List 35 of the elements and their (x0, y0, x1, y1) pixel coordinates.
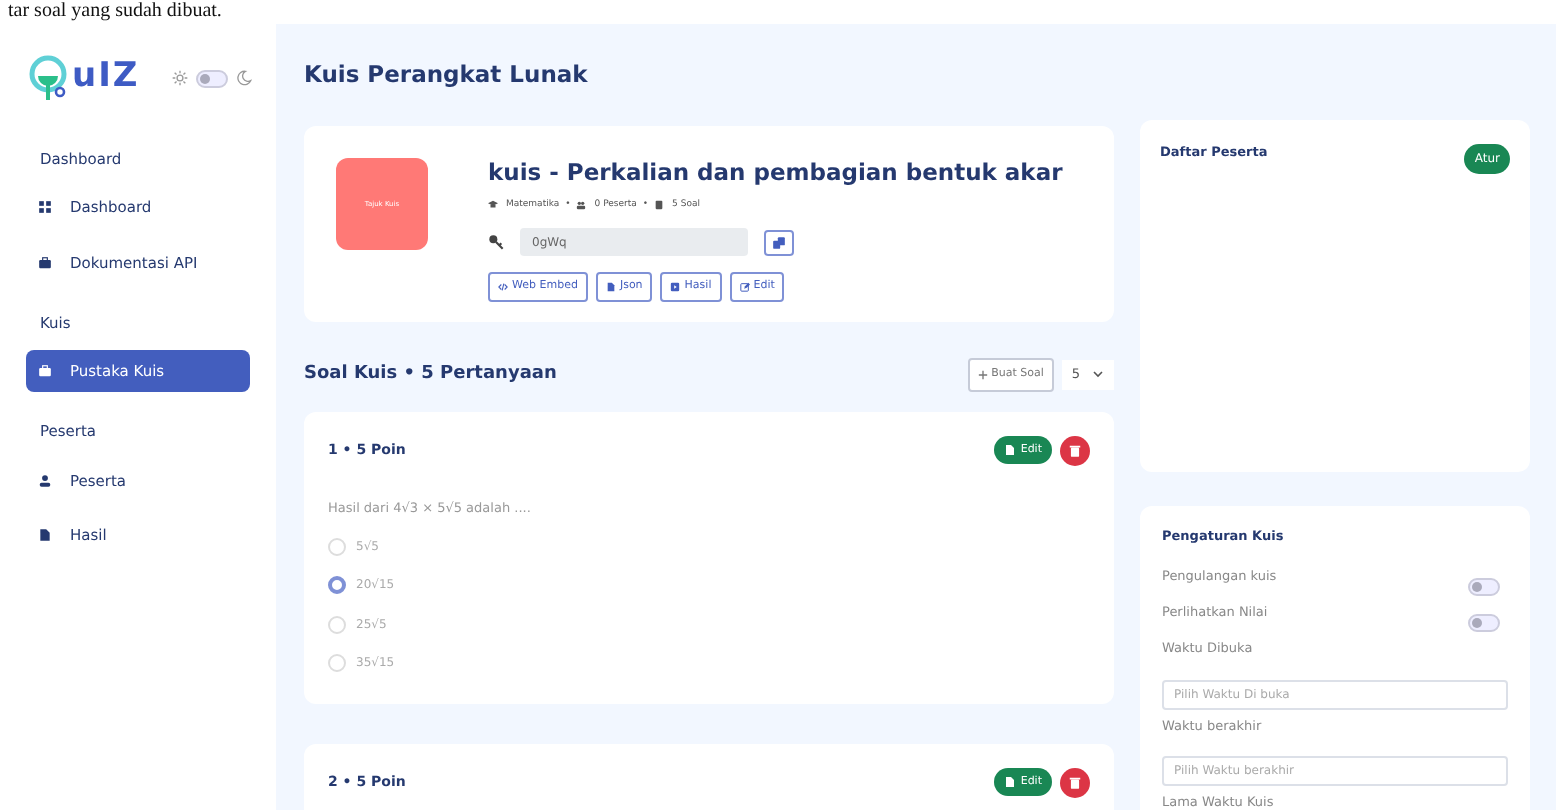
radio-button[interactable] (328, 576, 346, 594)
file-icon (1004, 776, 1017, 788)
key-icon (488, 234, 504, 251)
briefcase-icon (38, 364, 52, 379)
copy-button[interactable] (764, 229, 794, 256)
section-title: Soal Kuis • 5 Pertanyaan (304, 361, 557, 388)
caret-icon (1092, 368, 1104, 381)
edit-icon (739, 282, 750, 293)
file-icon (1004, 444, 1017, 456)
file-icon (605, 282, 616, 293)
users-icon (576, 200, 587, 211)
graduation-cap-icon (488, 200, 498, 211)
document-text: tar soal yang sudah dibuat. (8, 0, 222, 22)
briefcase-icon (38, 255, 52, 270)
play-icon (670, 282, 681, 293)
toggle-switch[interactable] (1468, 577, 1500, 596)
quiz-title: kuis - Perkalian dan pembagian bentuk akar (488, 156, 1063, 191)
person-icon (38, 473, 52, 488)
delete-button[interactable] (1060, 435, 1090, 465)
theme-toggle[interactable] (195, 69, 228, 87)
delete-button[interactable] (1060, 767, 1090, 797)
trash-icon (1068, 775, 1082, 789)
sun-icon (171, 70, 188, 86)
book-icon (654, 200, 665, 211)
page-title: Kuis Perangkat Lunak (304, 58, 590, 92)
moon-icon (235, 70, 252, 86)
plus-icon (977, 369, 988, 380)
trash-icon (1068, 443, 1082, 457)
copy-icon (772, 235, 786, 250)
toggle-switch[interactable] (1468, 613, 1500, 632)
grid-icon (38, 200, 52, 215)
code-icon (498, 282, 508, 293)
logo-icon (28, 54, 72, 102)
file-icon (38, 527, 52, 542)
logo-text: uIZ (72, 54, 140, 101)
